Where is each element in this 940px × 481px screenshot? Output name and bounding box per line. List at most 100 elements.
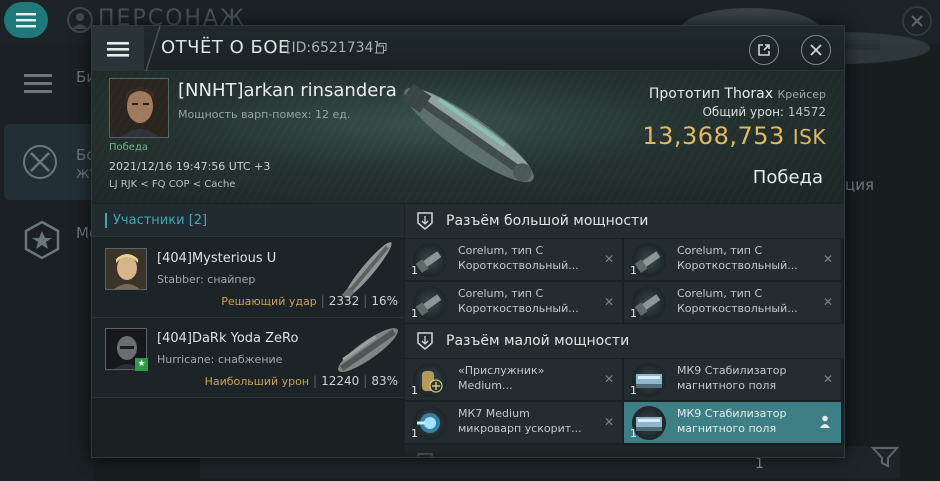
total-damage-value: 14572 [787, 105, 826, 119]
participant-damage: 12240 [321, 374, 360, 388]
filter-icon[interactable] [870, 444, 900, 470]
module-row[interactable]: 1 Corelum, тип C Короткоствольный... ✕ [624, 239, 841, 280]
module-row[interactable]: 1 МК7 Medium микроварп ускорит... ✕ [405, 402, 622, 443]
module-name: МК9 Стабилизатор магнитного поля [677, 363, 817, 393]
avatar-image [106, 249, 146, 289]
copy-icon[interactable] [376, 43, 387, 54]
report-id: [ID:6521734] [286, 40, 379, 56]
isk-value: 13,368,753 ISK [642, 122, 826, 150]
battle-report-modal: ОТЧЁТ О БОЕ [ID:6521734] [NNHT]arkan rin… [91, 25, 845, 458]
participant-tag: Решающий удар [221, 295, 317, 308]
isk-amount: 13,368,753 [642, 122, 785, 150]
participant-ship-image [338, 328, 398, 372]
total-damage-label: Общий урон: [702, 105, 784, 119]
character-icon [67, 7, 93, 33]
destroyed-icon: ✕ [822, 372, 833, 386]
sidebar-item-bio[interactable]: Би [4, 46, 96, 122]
share-button[interactable] [749, 35, 779, 65]
turret-icon [632, 243, 666, 277]
destroyed-icon: ✕ [822, 252, 833, 266]
victim-portrait[interactable] [109, 78, 169, 138]
module-name-sub: Короткоствольный... [458, 259, 579, 272]
stabilizer-icon [632, 406, 666, 440]
module-name-sub: Короткоствольный... [677, 302, 798, 315]
destroyed-icon: ✕ [822, 295, 833, 309]
stabilizer-icon [632, 363, 666, 397]
victim-ship-name[interactable]: Прототип Thorax [649, 86, 773, 102]
share-icon [758, 44, 770, 56]
module-name-line: МК9 Стабилизатор [677, 407, 787, 420]
stats-separator: | [320, 294, 325, 308]
background-right-text: ция [845, 176, 874, 194]
high-slots-label: Разъём большой мощности [446, 213, 649, 229]
repairer-icon [413, 363, 447, 397]
module-name-sub: магнитного поля [677, 422, 777, 435]
star-badge-icon: ★ [135, 358, 148, 371]
low-slots-header: Разъём малой мощности [405, 324, 844, 358]
participants-panel: Участники [2] [404]Mysterious U Stabber:… [92, 204, 404, 457]
module-name: Corelum, тип C Короткоствольный... [677, 286, 817, 316]
participants-header[interactable]: Участники [2] [92, 204, 404, 237]
hamburger-icon [107, 41, 129, 57]
kill-datetime: 2021/12/16 19:47:56 UTC +3 [109, 160, 271, 173]
report-menu-button[interactable] [92, 26, 144, 71]
module-quantity: 1 [411, 307, 418, 320]
module-name-sub: микроварп ускорит... [458, 422, 582, 435]
participant-row[interactable]: [404]Mysterious U Stabber: снайпер Решаю… [92, 238, 404, 318]
dropped-person-icon [820, 415, 830, 428]
module-row[interactable]: 1 МК9 Стабилизатор магнитного поля ✕ [624, 359, 841, 400]
participant-damage: 2332 [328, 294, 360, 308]
participant-percent: 16% [371, 294, 398, 308]
destroyed-icon: ✕ [603, 295, 614, 309]
victim-name[interactable]: [NNHT]arkan rinsandera [178, 80, 397, 101]
isk-unit: ISK [792, 125, 826, 149]
scroll-fade [405, 449, 844, 457]
participant-name[interactable]: [404]Mysterious U [157, 251, 276, 266]
modal-header: ОТЧЁТ О БОЕ [ID:6521734] [92, 26, 844, 71]
module-row-highlighted[interactable]: 1 МК9 Стабилизатор магнитного поля [624, 402, 841, 443]
module-row[interactable]: 1 Corelum, тип C Короткоствольный... ✕ [405, 282, 622, 323]
low-slot-icon [417, 332, 433, 350]
participant-name[interactable]: [404]DaRk Yoda ZeRo [157, 331, 298, 346]
module-name-line: МК9 Стабилизатор [677, 364, 787, 377]
sidebar-item-medals[interactable]: Ме [4, 202, 98, 278]
high-slots-header: Разъём большой мощности [405, 204, 844, 238]
module-row[interactable]: 1 Corelum, тип C Короткоствольный... ✕ [405, 239, 622, 280]
list-icon [24, 74, 52, 93]
stats-separator: | [313, 374, 318, 388]
close-button[interactable] [801, 35, 831, 65]
module-row[interactable]: 1 «Прислужник» Medium... ✕ [405, 359, 622, 400]
destroyed-icon: ✕ [603, 372, 614, 386]
sidebar-item-combat[interactable]: Бо жу [4, 124, 98, 200]
turret-icon [413, 243, 447, 277]
warp-strength: Мощность варп-помех: 12 ед. [178, 108, 351, 121]
victim-ship-image[interactable] [384, 73, 554, 198]
close-icon [810, 44, 822, 56]
participant-role: Hurricane: снабжение [157, 353, 283, 366]
module-row[interactable]: 1 Corelum, тип C Короткоствольный... ✕ [624, 282, 841, 323]
module-name-line: Corelum, тип C [458, 287, 544, 300]
participant-row[interactable]: ★ [404]DaRk Yoda ZeRo Hurricane: снабжен… [92, 318, 404, 398]
module-name: Corelum, тип C Короткоствольный... [677, 243, 817, 273]
module-name-line: Corelum, тип C [677, 244, 763, 257]
module-quantity: 1 [630, 384, 637, 397]
battle-result: Победа [752, 167, 823, 188]
module-quantity: 1 [411, 264, 418, 277]
module-name: МК7 Medium микроварп ускорит... [458, 406, 598, 436]
participant-role: Stabber: снайпер [157, 273, 256, 286]
portrait-image [110, 79, 168, 137]
victim-ship-class: Крейсер [777, 88, 826, 101]
module-quantity: 1 [630, 307, 637, 320]
module-quantity: 1 [630, 264, 637, 277]
modal-title: ОТЧЁТ О БОЕ [161, 37, 290, 58]
participant-tag: Наибольший урон [204, 375, 310, 388]
module-name-sub: магнитного поля [677, 379, 777, 392]
kill-location[interactable]: LJ RJK < FQ COP < Cache [109, 179, 235, 190]
outcome-tag: Победа [109, 142, 148, 153]
module-quantity: 1 [630, 427, 637, 440]
main-menu-button[interactable] [4, 2, 48, 38]
participant-avatar [105, 248, 147, 290]
background-bottom-number: 1 [755, 456, 764, 472]
destroyed-icon: ✕ [603, 415, 614, 429]
hamburger-icon [16, 13, 36, 28]
